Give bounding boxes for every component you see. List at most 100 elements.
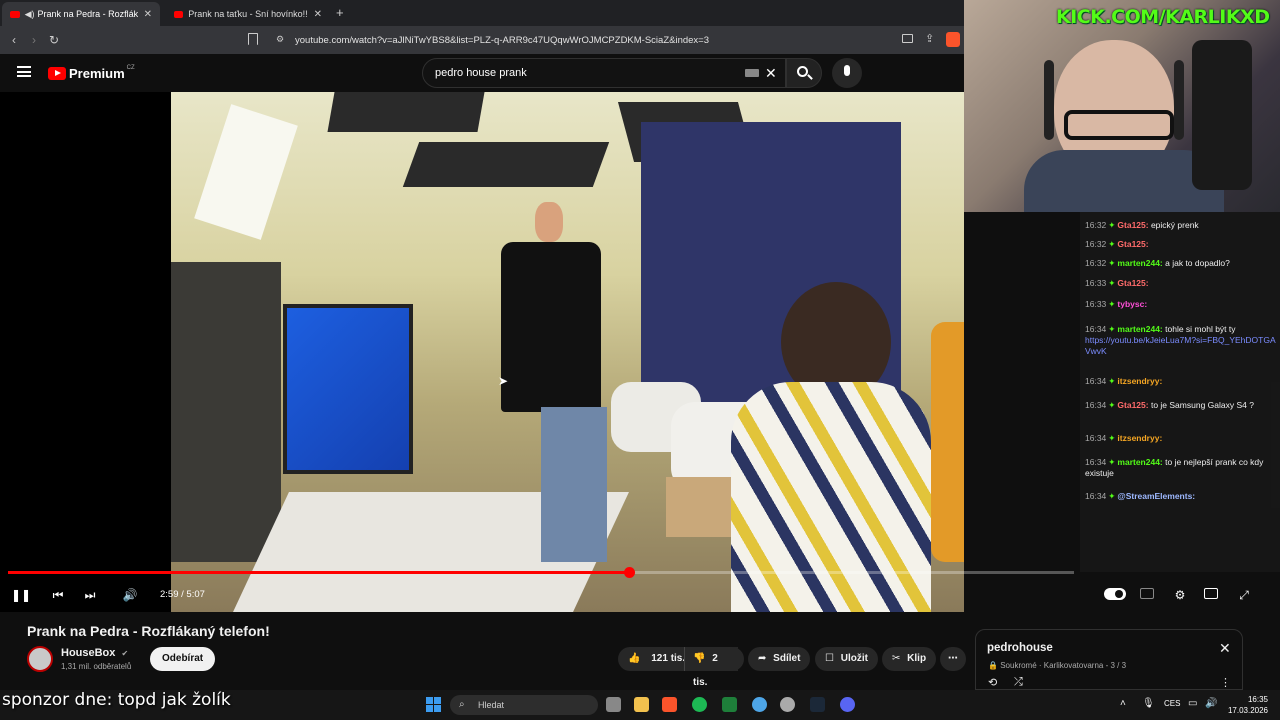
shuffle-icon[interactable]: ⤮ xyxy=(1014,676,1023,689)
chat-username[interactable]: Gta125: xyxy=(1117,239,1148,249)
chat-username[interactable]: Gta125: xyxy=(1117,220,1148,230)
site-info-icon[interactable]: ⚙ xyxy=(276,34,284,45)
network-icon[interactable]: ▭ xyxy=(1188,698,1197,709)
url-field[interactable]: youtube.com/watch?v=aJlNiTwYBS8&list=PLZ… xyxy=(295,32,925,49)
chat-timestamp: 16:34 xyxy=(1085,400,1107,410)
subscriber-badge-icon: ✦ xyxy=(1108,324,1116,334)
file-explorer-icon[interactable] xyxy=(634,697,649,712)
forward-arrow-icon[interactable]: › xyxy=(24,33,44,47)
chat-message: 16:34 ✦ marten244: tohle si mohl být ty htt… xyxy=(1085,324,1277,357)
chat-message: 16:34 ✦ @StreamElements: xyxy=(1085,491,1277,502)
discord-icon[interactable] xyxy=(840,697,855,712)
mic-tray-icon[interactable]: 🎙 xyxy=(1142,698,1155,709)
more-actions-button[interactable]: ⋯ xyxy=(940,647,966,671)
theater-mode-icon[interactable] xyxy=(1204,588,1218,599)
chat-username[interactable]: itzsendryy: xyxy=(1117,433,1162,443)
close-playlist-icon[interactable]: ✕ xyxy=(1219,640,1231,657)
save-button[interactable]: ☐ Uložit xyxy=(815,647,878,671)
close-tab-icon[interactable]: ✕ xyxy=(144,9,152,20)
edge-icon[interactable] xyxy=(752,697,767,712)
autoplay-toggle[interactable] xyxy=(1104,588,1126,600)
youtube-favicon-icon xyxy=(10,10,20,18)
voice-search-button[interactable] xyxy=(832,58,862,88)
chat-timestamp: 16:32 xyxy=(1085,239,1107,249)
brave-shield-icon[interactable] xyxy=(946,32,960,47)
back-arrow-icon[interactable]: ‹ xyxy=(4,33,24,47)
previous-icon[interactable]: ⏮ xyxy=(48,585,68,605)
clear-search-icon[interactable]: ✕ xyxy=(765,59,777,87)
spotify-icon[interactable] xyxy=(692,697,707,712)
chat-username[interactable]: marten244: xyxy=(1117,258,1162,268)
autoplay-toggle-knob xyxy=(1115,590,1123,598)
subtitles-icon[interactable] xyxy=(1140,588,1154,599)
chat-timestamp: 16:33 xyxy=(1085,299,1107,309)
channel-avatar[interactable] xyxy=(27,646,53,672)
task-view-icon[interactable] xyxy=(606,697,621,712)
start-tile xyxy=(426,697,433,704)
excel-icon[interactable] xyxy=(722,697,737,712)
tab-label: Prank na Pedra - Rozflákaný t xyxy=(37,9,138,19)
fullscreen-icon[interactable]: ⤢ xyxy=(1234,585,1254,605)
video-player[interactable]: ➤ xyxy=(0,92,964,612)
chat-timestamp: 16:34 xyxy=(1085,433,1107,443)
windows-start-icon[interactable] xyxy=(426,697,441,712)
chat-username[interactable]: Gta125: xyxy=(1117,400,1148,410)
tray-chevron-icon[interactable]: ˄ xyxy=(1120,698,1126,709)
subscriber-badge-icon: ✦ xyxy=(1108,491,1116,501)
video-title: Prank na Pedra - Rozflákaný telefon! xyxy=(27,623,270,639)
chat-username[interactable]: marten244: xyxy=(1117,324,1162,334)
chat-link[interactable]: https://youtu.be/kJeieLua7M?si=FBQ_YEhDO… xyxy=(1085,335,1277,357)
loop-icon[interactable]: ⟲ xyxy=(988,676,997,689)
cast-icon[interactable] xyxy=(902,34,913,43)
volume-tray-icon[interactable]: 🔊 xyxy=(1205,698,1217,709)
chat-timestamp: 16:34 xyxy=(1085,324,1107,334)
youtube-logo[interactable]: Premium CZ xyxy=(48,65,135,81)
chat-username[interactable]: @StreamElements: xyxy=(1117,491,1195,501)
chat-username[interactable]: itzsendryy: xyxy=(1117,376,1162,386)
chat-username[interactable]: marten244: xyxy=(1117,457,1162,467)
menu-icon[interactable] xyxy=(17,66,31,77)
pause-icon[interactable]: ❚❚ xyxy=(11,585,31,605)
subscriber-badge-icon: ✦ xyxy=(1108,433,1116,443)
share-arrow-icon: ➦ xyxy=(758,653,767,664)
progress-bar[interactable] xyxy=(8,567,1074,578)
search-icon: ⌕ xyxy=(459,699,465,710)
reload-icon[interactable]: ↻ xyxy=(44,33,64,47)
subscriber-badge-icon: ✦ xyxy=(1108,239,1116,249)
youtube-play-icon xyxy=(48,67,66,80)
bookmark-icon[interactable] xyxy=(248,33,258,45)
verified-icon: ✔ xyxy=(121,649,129,658)
keyboard-icon[interactable] xyxy=(745,69,759,77)
channel-name[interactable]: HouseBox ✔ xyxy=(61,647,128,659)
next-icon[interactable]: ⏭ xyxy=(80,585,100,605)
dislike-button[interactable]: 👎 2 tis. xyxy=(684,647,744,688)
chat-timestamp: 16:32 xyxy=(1085,258,1107,268)
share-button[interactable]: ➦ Sdílet xyxy=(748,647,811,671)
taskbar-search[interactable]: ⌕ Hledat xyxy=(450,695,598,715)
subscribe-button[interactable]: Odebírat xyxy=(150,647,216,671)
tab-active[interactable]: ◀) Prank na Pedra - Rozflákaný t ✕ xyxy=(2,2,160,26)
new-tab-button[interactable]: + xyxy=(336,5,344,20)
search-button[interactable] xyxy=(786,58,822,88)
search-input[interactable]: pedro house prank ✕ xyxy=(422,58,786,88)
close-tab-icon[interactable]: ✕ xyxy=(314,9,322,20)
taskbar-clock[interactable]: 16:35 17.03.2026 xyxy=(1222,694,1268,716)
volume-icon[interactable]: 🔊 xyxy=(120,585,140,605)
steam-icon[interactable] xyxy=(810,697,825,712)
tab-inactive[interactable]: Prank na taťku - Sní hovínko!! - YouT ✕ xyxy=(166,2,330,26)
chat-username[interactable]: Gta125: xyxy=(1117,278,1148,288)
input-language[interactable]: CES xyxy=(1164,699,1180,708)
playlist-more-icon[interactable]: ⋮ xyxy=(1220,676,1231,689)
gaming-chair xyxy=(1192,40,1252,190)
brave-browser-icon[interactable] xyxy=(662,697,677,712)
settings-gear-icon[interactable]: ⚙ xyxy=(1170,585,1190,605)
clip-button[interactable]: ✂ Klip xyxy=(882,647,937,671)
app-icon[interactable] xyxy=(780,697,795,712)
chat-username[interactable]: tybysc: xyxy=(1117,299,1147,309)
time-display: 2:59 / 5:07 xyxy=(160,589,205,600)
clock-time: 16:35 xyxy=(1247,695,1268,704)
video-info-section: Prank na Pedra - Rozflákaný telefon! Hou… xyxy=(0,612,1280,690)
share-icon[interactable]: ⇪ xyxy=(925,32,934,45)
logo-text: Premium xyxy=(69,66,125,81)
person-jeans xyxy=(541,407,607,562)
